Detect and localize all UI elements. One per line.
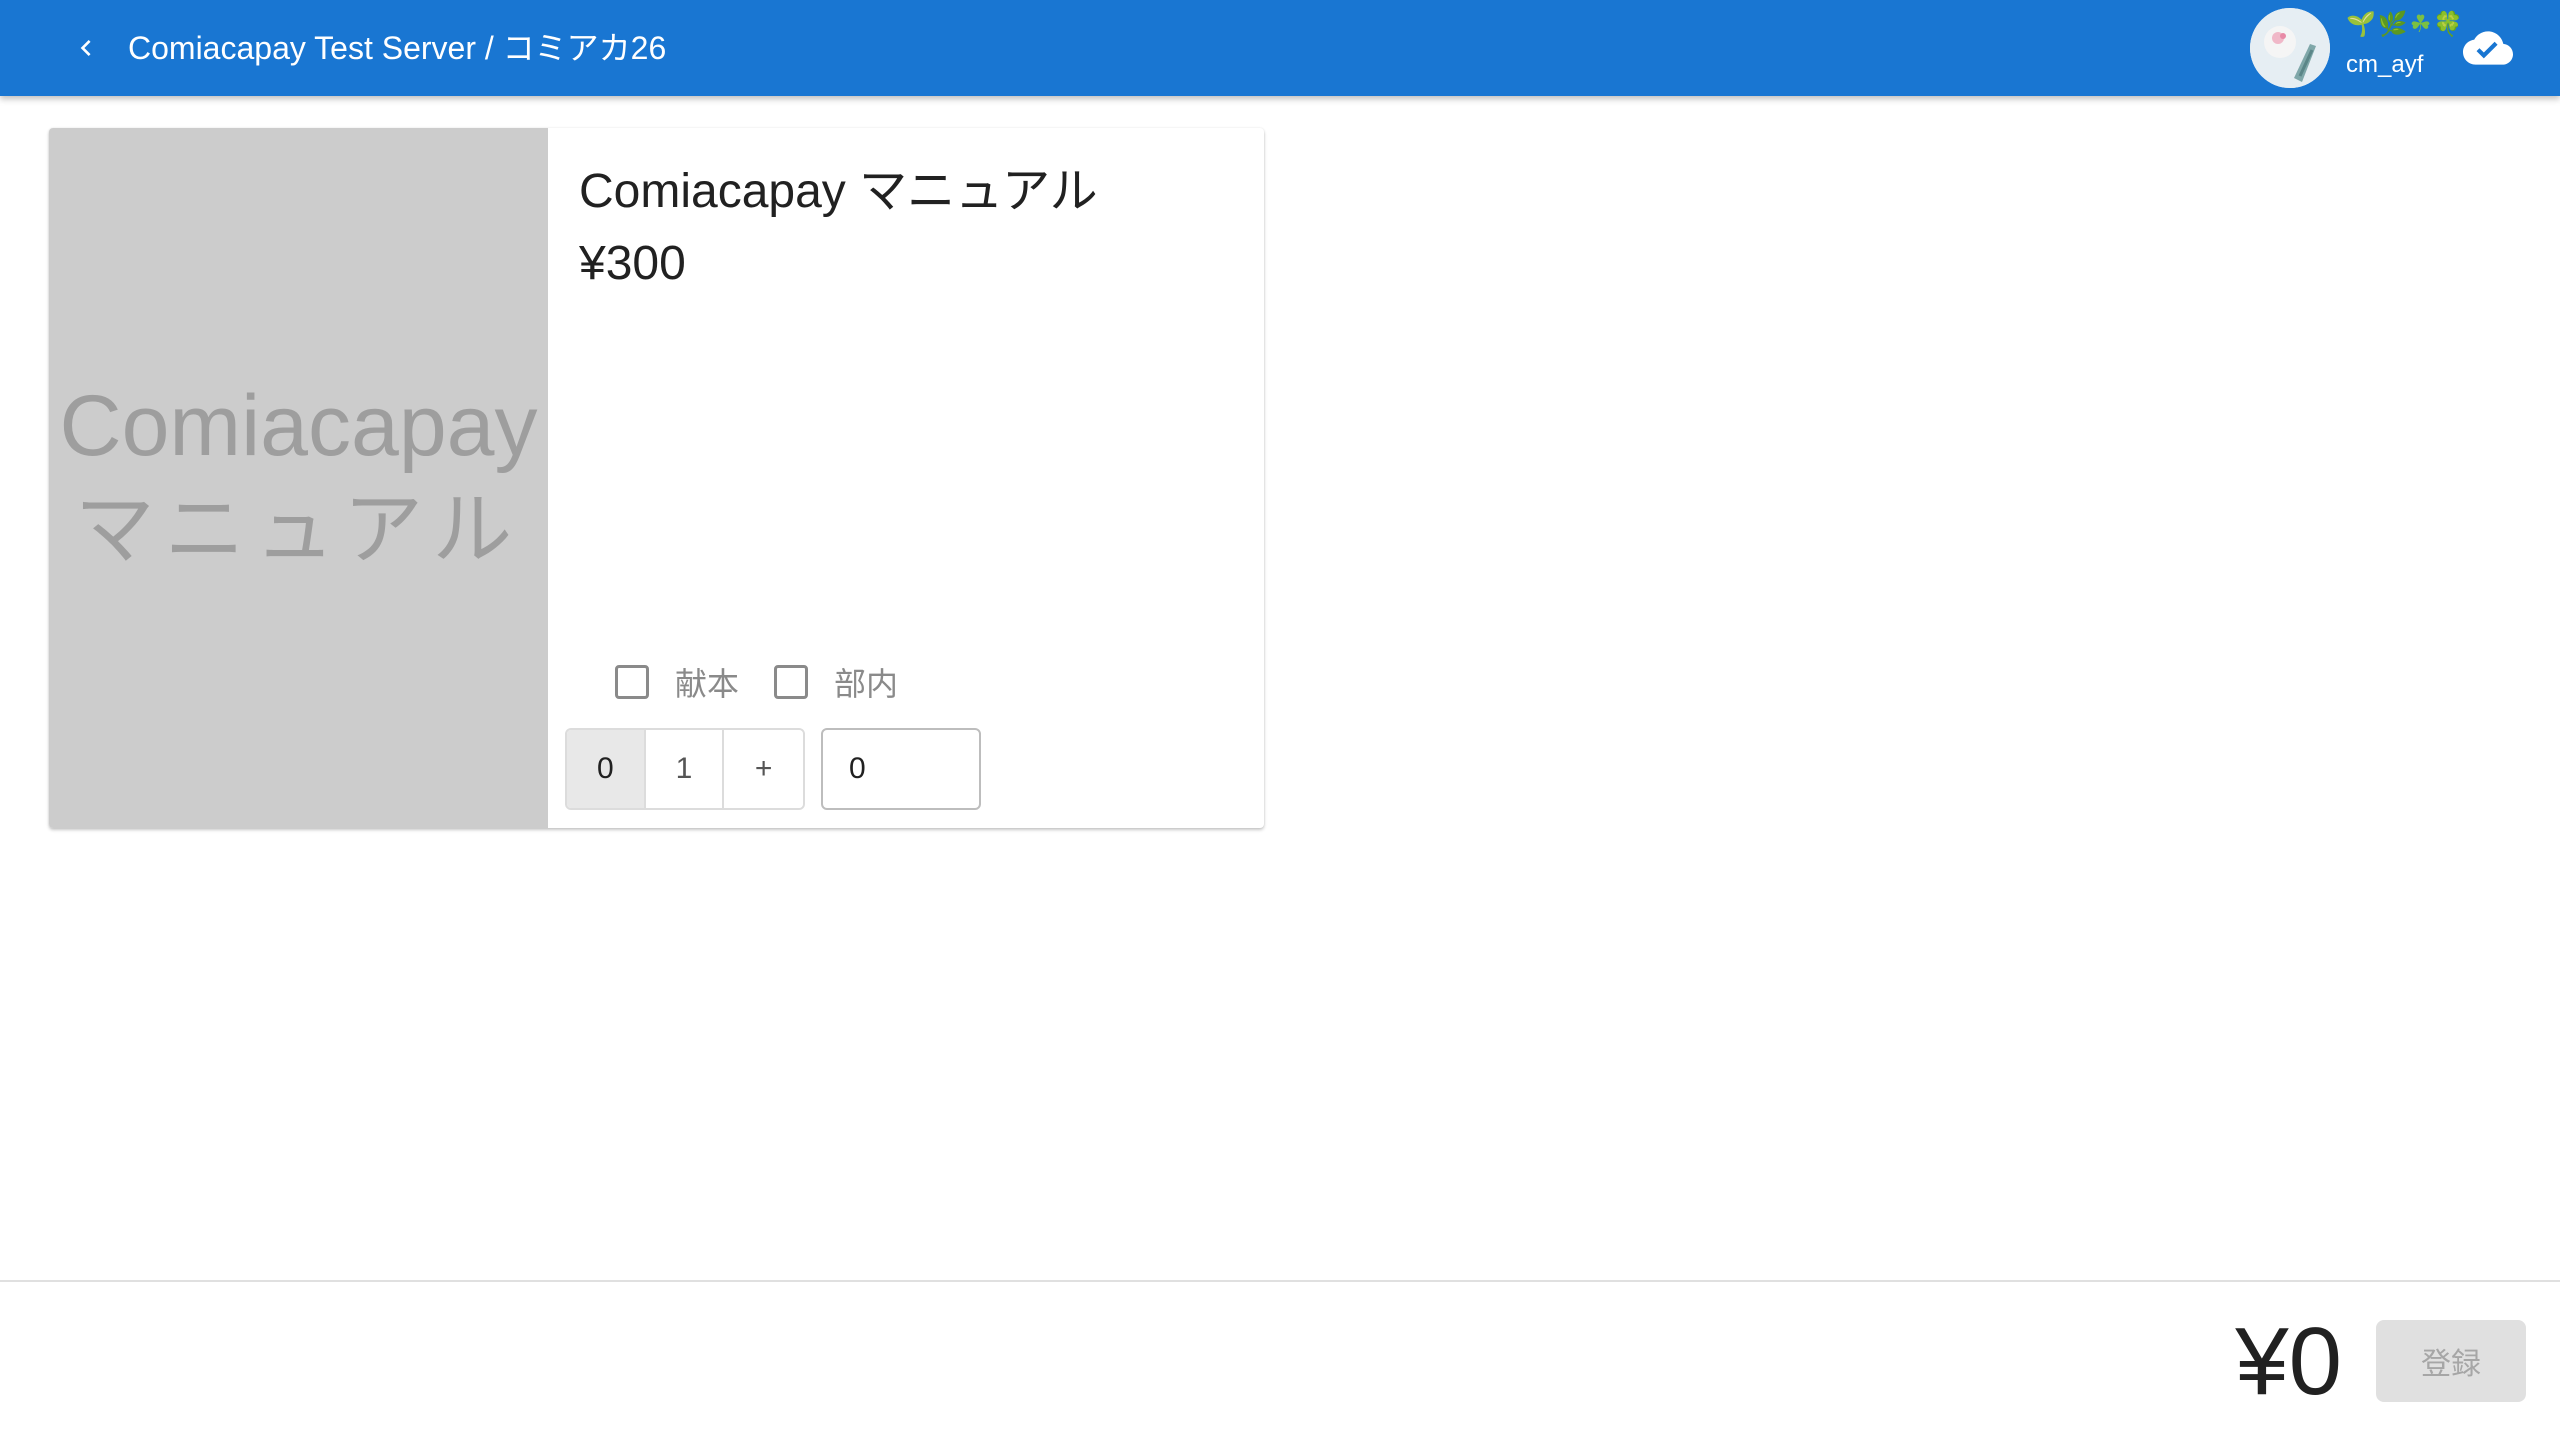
- avatar[interactable]: [2250, 8, 2330, 88]
- page-title: Comiacapay Test Server / コミアカ26: [128, 30, 667, 66]
- bunai-label: 部内: [834, 666, 899, 702]
- total-amount: ¥0: [2235, 1308, 2342, 1415]
- item-image-text-line1: Comiacapay: [59, 378, 538, 474]
- item-name: Comiacapay マニュアル: [579, 165, 1098, 218]
- checkbox-box[interactable]: [774, 665, 808, 699]
- quantity-plus-button[interactable]: +: [724, 730, 803, 808]
- cloud-check-icon: [2463, 31, 2513, 65]
- quantity-1-button[interactable]: 1: [645, 730, 725, 808]
- user-emoji-status: 🌱🌿☘🍀: [2346, 11, 2466, 38]
- username: cm_ayf: [2346, 51, 2424, 78]
- bunai-checkbox[interactable]: 部内: [774, 662, 898, 702]
- item-image-text-line2: マニュアル: [74, 485, 523, 574]
- quantity-toggle-group: 0 1 +: [565, 728, 805, 810]
- app-bar: Comiacapay Test Server / コミアカ26 🌱🌿☘🍀 cm_…: [0, 0, 2560, 96]
- item-price: ¥300: [579, 237, 686, 290]
- checkbox-box[interactable]: [615, 665, 649, 699]
- register-button[interactable]: 登録: [2376, 1320, 2526, 1402]
- avatar-image: [2250, 8, 2330, 88]
- kenpon-checkbox[interactable]: 献本: [615, 662, 739, 702]
- item-card: Comiacapay マニュアル Comiacapay マニュアル ¥300 献…: [49, 128, 1264, 828]
- item-image-placeholder: Comiacapay マニュアル: [49, 128, 548, 828]
- quantity-0-button[interactable]: 0: [567, 730, 646, 808]
- kenpon-label: 献本: [675, 666, 740, 702]
- quantity-input[interactable]: [821, 728, 981, 810]
- back-button[interactable]: [62, 24, 110, 72]
- checkout-footer: ¥0 登録: [0, 1280, 2560, 1440]
- chevron-left-icon: [80, 40, 91, 56]
- sync-status-button[interactable]: [2462, 24, 2514, 72]
